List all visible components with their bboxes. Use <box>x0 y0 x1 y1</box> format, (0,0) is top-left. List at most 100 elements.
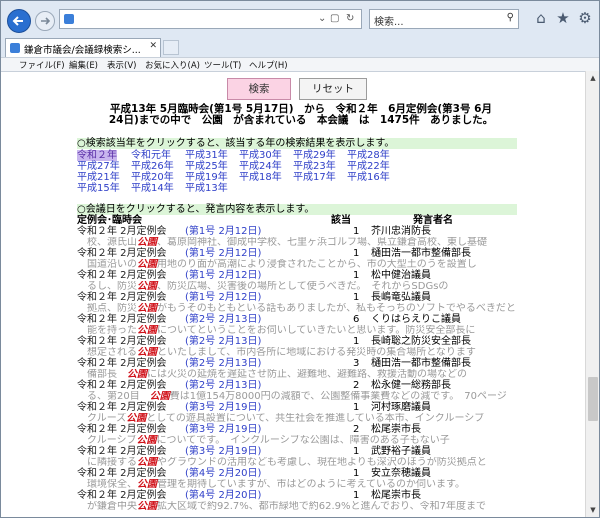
scroll-up-icon[interactable]: ▲ <box>586 71 600 85</box>
reset-button[interactable]: リセット <box>299 78 367 100</box>
year-link[interactable]: 平成26年 <box>131 161 174 172</box>
year-link[interactable]: 平成20年 <box>131 172 174 183</box>
close-tab-icon[interactable]: ✕ <box>149 41 157 51</box>
favorites-star-icon[interactable]: ★ <box>553 8 573 28</box>
vertical-scrollbar[interactable]: ▲ ▼ <box>585 71 599 517</box>
row-speaker: 松永健一総務部長 <box>371 380 451 391</box>
address-bar[interactable]: ⌄ ▢ ↻ <box>59 9 362 29</box>
menu-help[interactable]: ヘルプ(H) <box>249 59 288 71</box>
row-date-link[interactable]: (第4号 2月20日) <box>185 490 261 501</box>
row-date-link[interactable]: (第1号 2月12日) <box>185 292 261 303</box>
forward-arrow-icon <box>41 17 51 25</box>
tab-title: 鎌倉市議会/会議録検索シ... <box>24 45 141 56</box>
search-button[interactable]: 検索 <box>227 78 291 100</box>
row-meeting: 令和２年 2月定例会 <box>77 468 167 479</box>
table-row: 令和２年 2月定例会 (第2号 2月13日) 6 くりはらえりこ議員 能を持った公園に… <box>77 314 577 336</box>
search-dropdown-icon[interactable]: ⌄ <box>318 13 326 24</box>
row-speaker: 樋田浩一都市整備部長 <box>371 248 471 259</box>
menu-edit[interactable]: 編集(E) <box>69 59 98 71</box>
refresh-icon[interactable]: ↻ <box>346 13 354 24</box>
snippet-keyword: 公園 <box>137 237 157 248</box>
table-row: 令和２年 2月定例会 (第4号 2月20日) 1 安立奈穂議員 環境保全、公園管理を期… <box>77 468 577 490</box>
scroll-thumb[interactable] <box>588 377 598 421</box>
row-count: 2 <box>353 424 360 435</box>
forward-button[interactable] <box>35 11 55 31</box>
year-link[interactable]: 平成25年 <box>185 161 228 172</box>
back-button[interactable] <box>7 9 31 33</box>
row-date-link[interactable]: (第3号 2月19日) <box>185 446 261 457</box>
year-link[interactable]: 平成21年 <box>77 172 120 183</box>
home-icon[interactable]: ⌂ <box>531 8 551 28</box>
new-tab-button[interactable] <box>163 40 179 55</box>
year-link[interactable]: 平成31年 <box>185 150 228 161</box>
table-row: 令和２年 2月定例会 (第2号 2月13日) 3 樋田浩一都市整備部長 備部長 公園に… <box>77 358 577 380</box>
year-link[interactable]: 平成27年 <box>77 161 120 172</box>
year-link[interactable]: 令和２年 <box>77 150 117 161</box>
row-speaker: 長嶋竜弘議員 <box>371 292 431 303</box>
year-link[interactable]: 平成17年 <box>293 172 336 183</box>
year-link[interactable]: 平成14年 <box>131 183 174 194</box>
row-date-link[interactable]: (第2号 2月13日) <box>185 314 261 325</box>
year-link[interactable]: 平成16年 <box>347 172 390 183</box>
row-date-link[interactable]: (第3号 2月19日) <box>185 402 261 413</box>
row-date-link[interactable]: (第2号 2月13日) <box>185 336 261 347</box>
row-date-link[interactable]: (第1号 2月12日) <box>185 270 261 281</box>
row-count: 1 <box>353 490 360 501</box>
year-link[interactable]: 平成18年 <box>239 172 282 183</box>
year-link[interactable]: 平成29年 <box>293 150 336 161</box>
settings-gear-icon[interactable]: ⚙ <box>575 8 595 28</box>
row-speaker: 長崎聡之防災安全部長 <box>371 336 471 347</box>
page-icon <box>64 14 74 24</box>
snippet-before: クルーズ <box>77 413 127 424</box>
row-date-link[interactable]: (第2号 2月13日) <box>185 358 261 369</box>
table-row: 令和２年 2月定例会 (第3号 2月19日) 1 河村琢磨議員 クルーズ公園としての遊… <box>77 402 577 424</box>
row-snippet: に隣接する公園やグラウンドの活用なども考慮し、現在地よりも深沢のほうが防災拠点と <box>77 457 577 468</box>
row-main: 令和２年 2月定例会 (第4号 2月20日) 1 松尾崇市長 <box>77 490 577 501</box>
year-link[interactable]: 平成30年 <box>239 150 282 161</box>
row-meeting: 令和２年 2月定例会 <box>77 424 167 435</box>
row-meeting: 令和２年 2月定例会 <box>77 248 167 259</box>
row-date-link[interactable]: (第3号 2月19日) <box>185 424 261 435</box>
year-link[interactable]: 平成24年 <box>239 161 282 172</box>
year-link[interactable]: 平成13年 <box>185 183 228 194</box>
row-count: 1 <box>353 226 360 237</box>
row-count: 1 <box>353 336 360 347</box>
row-date-link[interactable]: (第4号 2月20日) <box>185 468 261 479</box>
menu-tools[interactable]: ツール(T) <box>204 59 241 71</box>
menu-favorites[interactable]: お気に入り(A) <box>145 59 200 71</box>
snippet-keyword: 公園 <box>137 281 157 292</box>
scroll-down-icon[interactable]: ▼ <box>586 503 600 517</box>
menu-view[interactable]: 表示(V) <box>107 59 136 71</box>
tab-active[interactable]: 鎌倉市議会/会議録検索シ... ✕ <box>5 38 161 57</box>
row-date-link[interactable]: (第1号 2月12日) <box>185 248 261 259</box>
row-date-link[interactable]: (第1号 2月12日) <box>185 226 261 237</box>
table-row: 令和２年 2月定例会 (第2号 2月13日) 2 松永健一総務部長 る、第20目 公園… <box>77 380 577 402</box>
year-link[interactable]: 平成23年 <box>293 161 336 172</box>
snippet-keyword: 公園 <box>127 369 147 380</box>
row-snippet: 拠点、防災公園がもうそのもともといる話もありましたが、私もそっちのソフトでやるべ… <box>77 303 577 314</box>
snippet-keyword: 公園 <box>137 303 157 314</box>
row-speaker: 武野裕子議員 <box>371 446 431 457</box>
search-icon[interactable]: ⚲ <box>507 12 514 23</box>
menu-file[interactable]: ファイル(F) <box>19 59 65 71</box>
header-count: 該当 <box>331 215 351 226</box>
snippet-after: 拡大区域で約92.7%、都市緑地で約62.9%と進んでおり、令和7年度まで <box>157 501 486 512</box>
year-link[interactable]: 平成22年 <box>347 161 390 172</box>
snippet-after: 、防災広場、災害後の場所として使うべきだ。 それからSDGsの <box>157 281 449 292</box>
search-input[interactable]: 検索... ⚲ <box>369 9 519 29</box>
row-meeting: 令和２年 2月定例会 <box>77 336 167 347</box>
year-link[interactable]: 令和元年 <box>131 150 171 161</box>
year-link[interactable]: 平成15年 <box>77 183 120 194</box>
year-link[interactable]: 平成28年 <box>347 150 390 161</box>
row-date-link[interactable]: (第2号 2月13日) <box>185 380 261 391</box>
snippet-keyword: 公園 <box>126 413 147 424</box>
back-arrow-icon <box>12 16 23 26</box>
row-speaker: 河村琢磨議員 <box>371 402 431 413</box>
row-speaker: 樋田浩一都市整備部長 <box>371 358 471 369</box>
row-count: 2 <box>353 380 360 391</box>
year-notice: ○検索該当年をクリックすると、該当する年の検索結果を表示します。 <box>77 138 517 149</box>
row-meeting: 令和２年 2月定例会 <box>77 314 167 325</box>
lock-icon[interactable]: ▢ <box>330 13 339 24</box>
year-link[interactable]: 平成19年 <box>185 172 228 183</box>
page-content: 検索 リセット 平成13年 5月臨時会(第1号 5月17日) から 令和２年 6… <box>1 71 585 517</box>
